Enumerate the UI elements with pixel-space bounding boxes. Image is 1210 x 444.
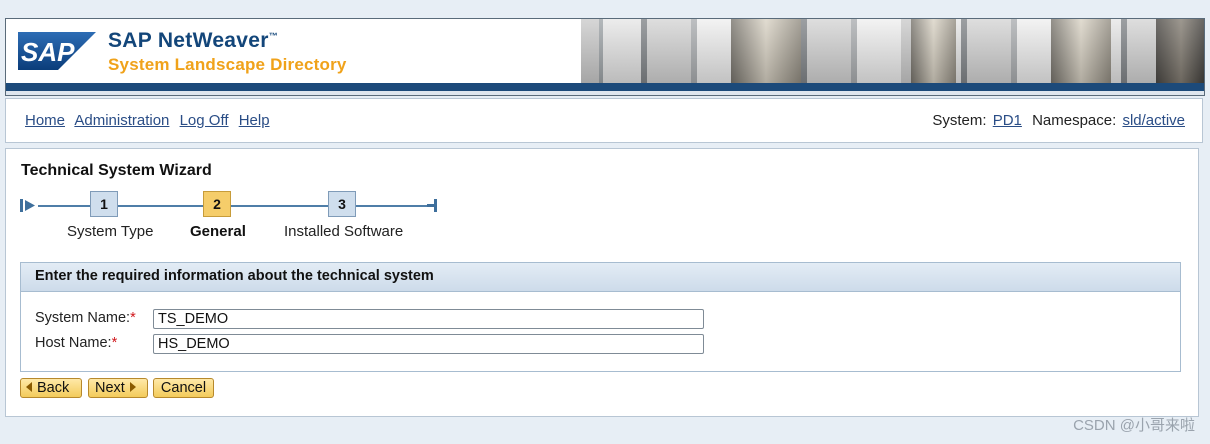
wizard-panel: Technical System Wizard 1 2 3 System Typ…: [5, 148, 1199, 417]
back-button-label: Back: [37, 380, 70, 396]
product-title-text: SAP NetWeaver: [108, 29, 269, 52]
step-2-box[interactable]: 2: [203, 191, 231, 217]
wizard-title: Technical System Wizard: [21, 162, 212, 179]
arrow-right-icon: [129, 382, 136, 393]
top-navigation: Home Administration Log Off Help System:…: [5, 98, 1203, 143]
cancel-button[interactable]: Cancel: [153, 378, 214, 398]
nav-link-log-off[interactable]: Log Off: [180, 112, 229, 129]
step-connector: [231, 205, 328, 207]
step-2-label: General: [190, 223, 246, 240]
sap-logo-text: SAP: [21, 37, 75, 67]
system-name-label-text: System Name:: [35, 310, 131, 326]
step-connector: [356, 205, 428, 207]
next-button-label: Next: [95, 380, 125, 396]
step-1-label: System Type: [67, 223, 154, 240]
arrow-left-icon: [26, 382, 32, 393]
product-title: SAP NetWeaver™: [108, 29, 278, 53]
host-name-label: Host Name:*: [35, 335, 117, 351]
system-label: System:: [932, 112, 987, 129]
required-marker: *: [111, 335, 118, 351]
trademark-mark: ™: [268, 31, 279, 41]
step-connector: [38, 205, 90, 207]
system-info-group: Enter the required information about the…: [20, 262, 1181, 372]
namespace-label: Namespace:: [1032, 112, 1117, 129]
step-3-box[interactable]: 3: [328, 191, 356, 217]
step-1-box[interactable]: 1: [90, 191, 118, 217]
wizard-start-icon: [20, 199, 35, 212]
product-subtitle: System Landscape Directory: [108, 55, 347, 74]
host-name-label-text: Host Name:: [35, 335, 112, 351]
required-marker: *: [130, 310, 136, 326]
wizard-end-icon: [427, 199, 437, 212]
header-divider-bar: [6, 83, 1204, 91]
nav-link-administration[interactable]: Administration: [74, 112, 169, 129]
group-heading: Enter the required information about the…: [21, 263, 1180, 292]
nav-links: Home Administration Log Off Help: [25, 112, 276, 129]
watermark: CSDN @小哥来啦: [1073, 417, 1195, 434]
sap-logo: SAP: [18, 32, 96, 70]
system-link[interactable]: PD1: [993, 112, 1022, 129]
wizard-stepper: 1 2 3 System Type General Installed Soft…: [18, 191, 448, 246]
header-photo: [581, 19, 1204, 83]
host-name-input[interactable]: [153, 334, 704, 354]
next-button[interactable]: Next: [88, 378, 148, 398]
system-info: System: PD1 Namespace: sld/active: [932, 112, 1185, 129]
step-3-label: Installed Software: [284, 223, 404, 240]
nav-link-home[interactable]: Home: [25, 112, 65, 129]
system-name-input[interactable]: [153, 309, 704, 329]
nav-link-help[interactable]: Help: [239, 112, 270, 129]
header-divider-strip: [6, 91, 1204, 95]
header-banner: SAP SAP NetWeaver™ System Landscape Dire…: [5, 18, 1205, 96]
system-name-label: System Name:*: [35, 310, 136, 326]
step-connector: [118, 205, 203, 207]
namespace-link[interactable]: sld/active: [1122, 112, 1185, 129]
back-button[interactable]: Back: [20, 378, 82, 398]
